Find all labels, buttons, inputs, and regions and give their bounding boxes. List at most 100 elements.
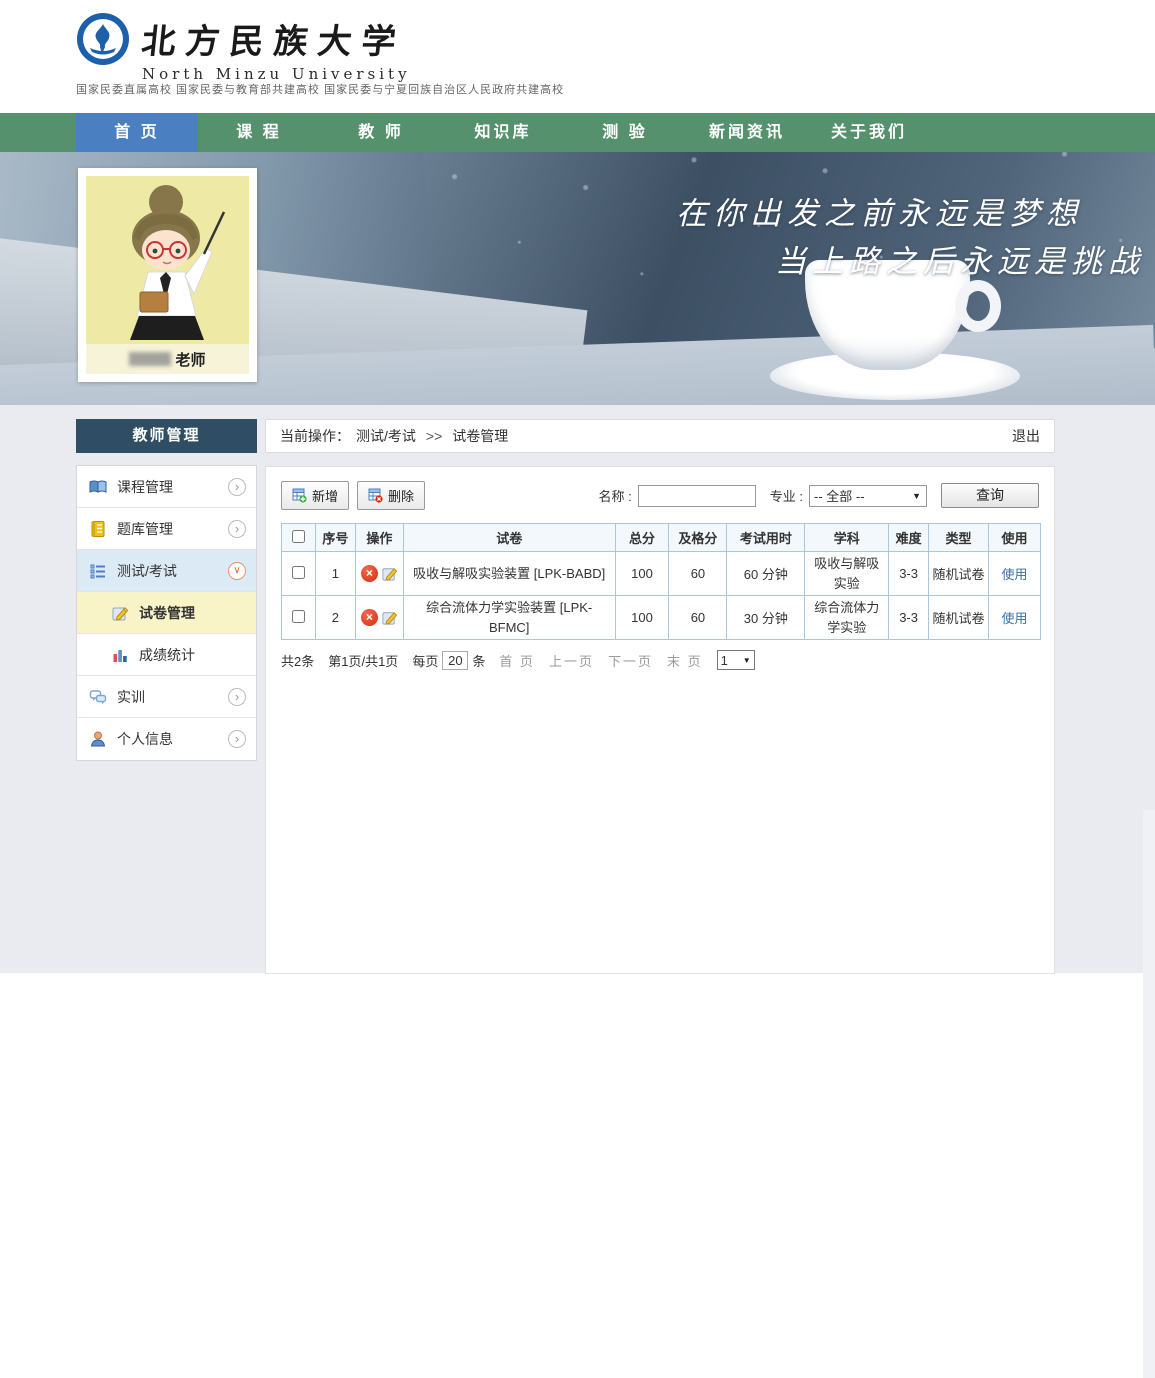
- logout-link[interactable]: 退出: [1012, 426, 1040, 446]
- cell-type: 随机试卷: [929, 552, 989, 596]
- delete-row-icon[interactable]: [361, 609, 378, 626]
- edit-row-icon[interactable]: [381, 565, 398, 582]
- chat-bubbles-icon: [89, 688, 107, 706]
- query-button[interactable]: 查询: [941, 483, 1039, 508]
- cell-seq: 2: [315, 596, 355, 640]
- table-add-icon: [292, 488, 307, 503]
- table-row: 1 吸收与解吸实验装置 [LPK-BABD] 100: [282, 552, 1041, 596]
- teacher-cartoon-icon: [86, 176, 249, 344]
- major-field-label: 专业 :: [770, 486, 803, 505]
- pager-total: 共2条: [281, 651, 314, 670]
- sidebar-item-label: 个人信息: [117, 729, 173, 749]
- row-checkbox[interactable]: [292, 610, 305, 623]
- banner-slogan: 在你出发之前永远是梦想 当上路之后永远是挑战: [676, 190, 1145, 286]
- col-difficulty: 难度: [889, 524, 929, 552]
- nav-item-tests[interactable]: 测 验: [564, 113, 686, 152]
- edit-paper-icon: [111, 604, 129, 622]
- nav-item-teachers[interactable]: 教 师: [320, 113, 442, 152]
- sidebar-item-label: 课程管理: [117, 477, 173, 497]
- first-page-link[interactable]: 首 页: [499, 651, 535, 670]
- site-header: 北方民族大学 North Minzu University 国家民委直属高校 国…: [0, 0, 1155, 113]
- sidebar-menu: 课程管理 题库管理: [76, 465, 257, 761]
- cell-total: 100: [615, 552, 669, 596]
- book-icon: [89, 478, 107, 496]
- nav-item-news[interactable]: 新闻资讯: [686, 113, 808, 152]
- cell-paper: 吸收与解吸实验装置 [LPK-BABD]: [403, 552, 615, 596]
- cell-pass: 60: [669, 596, 727, 640]
- pager-per-suffix: 条: [472, 651, 485, 670]
- main-nav: 首 页 课 程 教 师 知识库 测 验 新闻资讯 关于我们: [0, 113, 1155, 152]
- chevron-right-icon: [228, 478, 246, 496]
- col-seq: 序号: [315, 524, 355, 552]
- sidebar-item-score-statistics[interactable]: 成绩统计: [77, 634, 256, 676]
- table-row: 2 综合流体力学实验装置 [LPK-BFMC] 100: [282, 596, 1041, 640]
- blurred-name: [129, 352, 171, 366]
- col-actions: 操作: [355, 524, 403, 552]
- person-icon: [89, 730, 107, 748]
- next-page-link[interactable]: 下一页: [608, 651, 653, 670]
- cell-duration: 60 分钟: [727, 552, 805, 596]
- banner-slogan-line2: 当上路之后永远是挑战: [676, 238, 1145, 286]
- main-area: 教师管理 课程管理 题库管理: [0, 405, 1155, 973]
- sidebar-item-personal-info[interactable]: 个人信息: [77, 718, 256, 760]
- delete-button[interactable]: 删除: [357, 481, 425, 510]
- select-all-checkbox[interactable]: [292, 530, 305, 543]
- banner-cup-handle-image: [955, 280, 1001, 332]
- use-link[interactable]: 使用: [1001, 611, 1027, 626]
- edit-row-icon[interactable]: [381, 609, 398, 626]
- use-link[interactable]: 使用: [1001, 567, 1027, 582]
- sidebar-item-question-bank[interactable]: 题库管理: [77, 508, 256, 550]
- nav-item-about[interactable]: 关于我们: [808, 113, 930, 152]
- sidebar-item-label: 试卷管理: [139, 603, 195, 623]
- sidebar-item-label: 测试/考试: [117, 561, 177, 581]
- sidebar-item-label: 实训: [117, 687, 145, 707]
- table-delete-icon: [368, 488, 383, 503]
- col-type: 类型: [929, 524, 989, 552]
- breadcrumb-label: 当前操作：: [280, 426, 350, 446]
- main-content: 当前操作： 测试/考试 >> 试卷管理 退出 新增: [265, 419, 1055, 974]
- col-paper: 试卷: [403, 524, 615, 552]
- cell-duration: 30 分钟: [727, 596, 805, 640]
- notebook-icon: [89, 520, 107, 538]
- row-checkbox[interactable]: [292, 566, 305, 579]
- university-logo-icon: [76, 12, 130, 66]
- chevron-right-icon: [228, 688, 246, 706]
- breadcrumb-page: 试卷管理: [452, 426, 508, 446]
- page-select[interactable]: 1: [717, 650, 755, 670]
- sidebar-item-practical-training[interactable]: 实训: [77, 676, 256, 718]
- add-button[interactable]: 新增: [281, 481, 349, 510]
- add-button-label: 新增: [312, 486, 338, 505]
- sidebar-title: 教师管理: [76, 419, 257, 453]
- hero-banner: 在你出发之前永远是梦想 当上路之后永远是挑战: [0, 152, 1155, 405]
- prev-page-link[interactable]: 上一页: [549, 651, 594, 670]
- name-field-label: 名称 :: [599, 486, 632, 505]
- bar-chart-icon: [111, 646, 129, 664]
- cell-type: 随机试卷: [929, 596, 989, 640]
- nav-item-home[interactable]: 首 页: [76, 113, 198, 152]
- breadcrumb-section: 测试/考试: [356, 426, 416, 446]
- university-name-cn: 北方民族大学: [139, 14, 413, 63]
- last-page-link[interactable]: 末 页: [667, 651, 703, 670]
- nav-item-knowledge[interactable]: 知识库: [442, 113, 564, 152]
- sidebar-item-test-exam[interactable]: 测试/考试: [77, 550, 256, 592]
- chevron-down-icon: [228, 562, 246, 580]
- major-select-value: -- 全部 --: [814, 486, 865, 505]
- breadcrumb: 当前操作： 测试/考试 >> 试卷管理 退出: [265, 419, 1055, 453]
- select-all-cell: [282, 524, 316, 552]
- sidebar-item-label: 题库管理: [117, 519, 173, 539]
- name-search-input[interactable]: [638, 485, 756, 507]
- per-page-input[interactable]: 20: [442, 651, 468, 670]
- sidebar-item-paper-management[interactable]: 试卷管理: [77, 592, 256, 634]
- col-use: 使用: [988, 524, 1040, 552]
- nav-item-courses[interactable]: 课 程: [198, 113, 320, 152]
- col-total: 总分: [615, 524, 669, 552]
- cell-paper: 综合流体力学实验装置 [LPK-BFMC]: [403, 596, 615, 640]
- col-pass: 及格分: [669, 524, 727, 552]
- pager-page-info: 第1页/共1页: [328, 651, 398, 670]
- cell-difficulty: 3-3: [889, 552, 929, 596]
- sidebar-item-course-management[interactable]: 课程管理: [77, 466, 256, 508]
- delete-row-icon[interactable]: [361, 565, 378, 582]
- major-select[interactable]: -- 全部 --: [809, 485, 927, 507]
- table-header-row: 序号 操作 试卷 总分 及格分 考试用时 学科 难度 类型 使用: [282, 524, 1041, 552]
- chevron-right-icon: [228, 520, 246, 538]
